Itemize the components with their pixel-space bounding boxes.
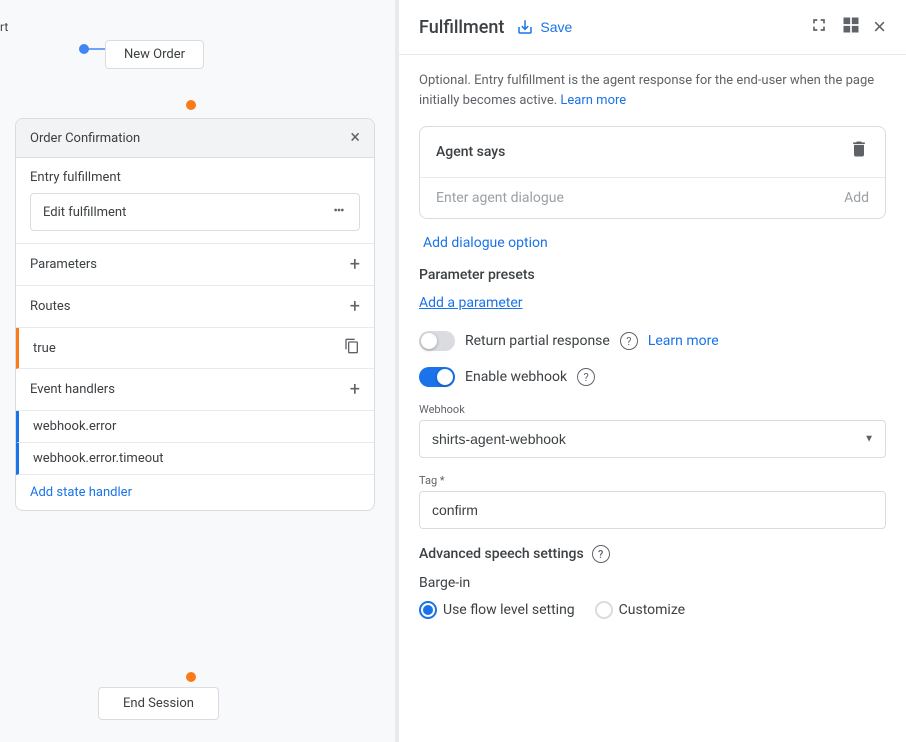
right-header: Fulfillment Save × [399, 0, 906, 55]
parameters-label: Parameters [30, 257, 97, 272]
add-dialogue-option-link[interactable]: Add dialogue option [419, 235, 886, 267]
route-label: true [33, 341, 56, 356]
webhook-field-group: Webhook shirts-agent-webhook [419, 403, 886, 458]
split-button[interactable] [841, 15, 861, 40]
barge-in-label: Barge-in [419, 575, 886, 591]
return-partial-label: Return partial response [465, 333, 610, 349]
parameters-row: Parameters + [16, 244, 374, 286]
save-button[interactable]: Save [516, 18, 572, 36]
barge-in-radio-group: Use flow level setting Customize [419, 601, 886, 619]
add-parameter-link[interactable]: Add a parameter [419, 295, 886, 311]
delete-icon [849, 139, 869, 159]
radio-outer-2 [595, 601, 613, 619]
barge-in-section: Barge-in Use flow level setting Customiz… [419, 575, 886, 619]
close-icon: × [873, 14, 886, 39]
oc-header: Order Confirmation × [16, 119, 374, 158]
agent-says-delete-button[interactable] [849, 139, 869, 165]
split-icon [841, 15, 861, 35]
agent-dialogue-placeholder: Enter agent dialogue [436, 190, 564, 206]
enable-webhook-toggle[interactable] [419, 367, 455, 387]
agent-says-box: Agent says Enter agent dialogue Add [419, 126, 886, 219]
agent-says-title: Agent says [436, 144, 505, 160]
customize-radio[interactable]: Customize [595, 601, 685, 619]
radio-outer-1 [419, 601, 437, 619]
webhook-error-timeout-item: webhook.error.timeout [16, 443, 374, 475]
bottom-orange-dot-svg [183, 669, 199, 685]
advanced-speech-help-icon[interactable]: ? [592, 545, 610, 563]
add-event-handler-icon[interactable]: + [350, 379, 360, 400]
right-content: Optional. Entry fulfillment is the agent… [399, 55, 906, 643]
enable-webhook-label: Enable webhook [465, 369, 567, 385]
route-copy-icon[interactable] [344, 338, 360, 358]
webhook-select-wrapper: shirts-agent-webhook [419, 420, 886, 458]
right-panel: Fulfillment Save × [399, 0, 906, 742]
left-panel: rt New Order Order Confirmation × Entry … [0, 0, 395, 742]
new-order-node: New Order [105, 40, 204, 69]
routes-header: Routes + [16, 286, 374, 328]
tag-field-group: Tag * [419, 474, 886, 529]
routes-section: Routes + true [16, 286, 374, 369]
radio-inner-1 [423, 605, 433, 615]
enable-webhook-row: Enable webhook ? [419, 367, 886, 387]
use-flow-level-radio[interactable]: Use flow level setting [419, 601, 575, 619]
agent-says-header: Agent says [420, 127, 885, 178]
entry-fulfillment-section: Entry fulfillment Edit fulfillment [16, 158, 374, 244]
add-route-icon[interactable]: + [350, 296, 360, 317]
agent-dialogue-add-btn[interactable]: Add [844, 190, 869, 206]
oc-title: Order Confirmation [30, 131, 140, 146]
return-partial-help-icon[interactable]: ? [620, 332, 638, 350]
oc-close-icon[interactable]: × [350, 129, 360, 147]
toggle-knob [421, 333, 437, 349]
save-label: Save [540, 19, 572, 35]
fulfillment-title: Fulfillment [419, 17, 504, 38]
hours-label: rt [0, 20, 8, 34]
add-parameter-icon[interactable]: + [350, 254, 360, 275]
end-session-node: End Session [98, 687, 219, 720]
maximize-button[interactable] [809, 15, 829, 40]
maximize-icon [809, 15, 829, 35]
description-text: Optional. Entry fulfillment is the agent… [419, 71, 886, 110]
header-actions: × [809, 14, 886, 40]
customize-label: Customize [619, 602, 685, 618]
parameter-presets-title: Parameter presets [419, 267, 886, 283]
webhook-field-label: Webhook [419, 403, 886, 416]
event-handlers-label: Event handlers [30, 382, 115, 397]
right-header-left: Fulfillment Save [419, 17, 572, 38]
tag-input[interactable] [419, 491, 886, 529]
tag-field-label: Tag * [419, 474, 886, 487]
return-partial-row: Return partial response ? Learn more [419, 331, 886, 351]
event-handlers-header: Event handlers + [16, 369, 374, 411]
entry-fulfillment-label: Entry fulfillment [30, 170, 360, 185]
webhook-error-timeout-label: webhook.error.timeout [33, 451, 164, 466]
return-partial-toggle[interactable] [419, 331, 455, 351]
add-state-handler-link[interactable]: Add state handler [16, 475, 374, 510]
edit-fulfillment-button[interactable]: Edit fulfillment [30, 193, 360, 231]
webhook-toggle-knob [437, 369, 453, 385]
route-item: true [16, 328, 374, 369]
flow-level-label: Use flow level setting [443, 602, 575, 618]
agent-dialogue-input-row[interactable]: Enter agent dialogue Add [420, 178, 885, 218]
webhook-error-label: webhook.error [33, 419, 116, 434]
description-learn-more-link[interactable]: Learn more [560, 93, 626, 108]
close-button[interactable]: × [873, 14, 886, 40]
return-partial-learn-more[interactable]: Learn more [648, 333, 719, 349]
webhook-error-item: webhook.error [16, 411, 374, 443]
advanced-speech-title: Advanced speech settings ? [419, 545, 886, 563]
order-confirmation-panel: Order Confirmation × Entry fulfillment E… [15, 118, 375, 511]
edit-fulfillment-icon [331, 202, 347, 222]
edit-fulfillment-label: Edit fulfillment [43, 205, 126, 220]
save-icon [516, 18, 534, 36]
webhook-select[interactable]: shirts-agent-webhook [419, 420, 886, 458]
routes-label: Routes [30, 299, 70, 314]
webhook-help-icon[interactable]: ? [577, 368, 595, 386]
